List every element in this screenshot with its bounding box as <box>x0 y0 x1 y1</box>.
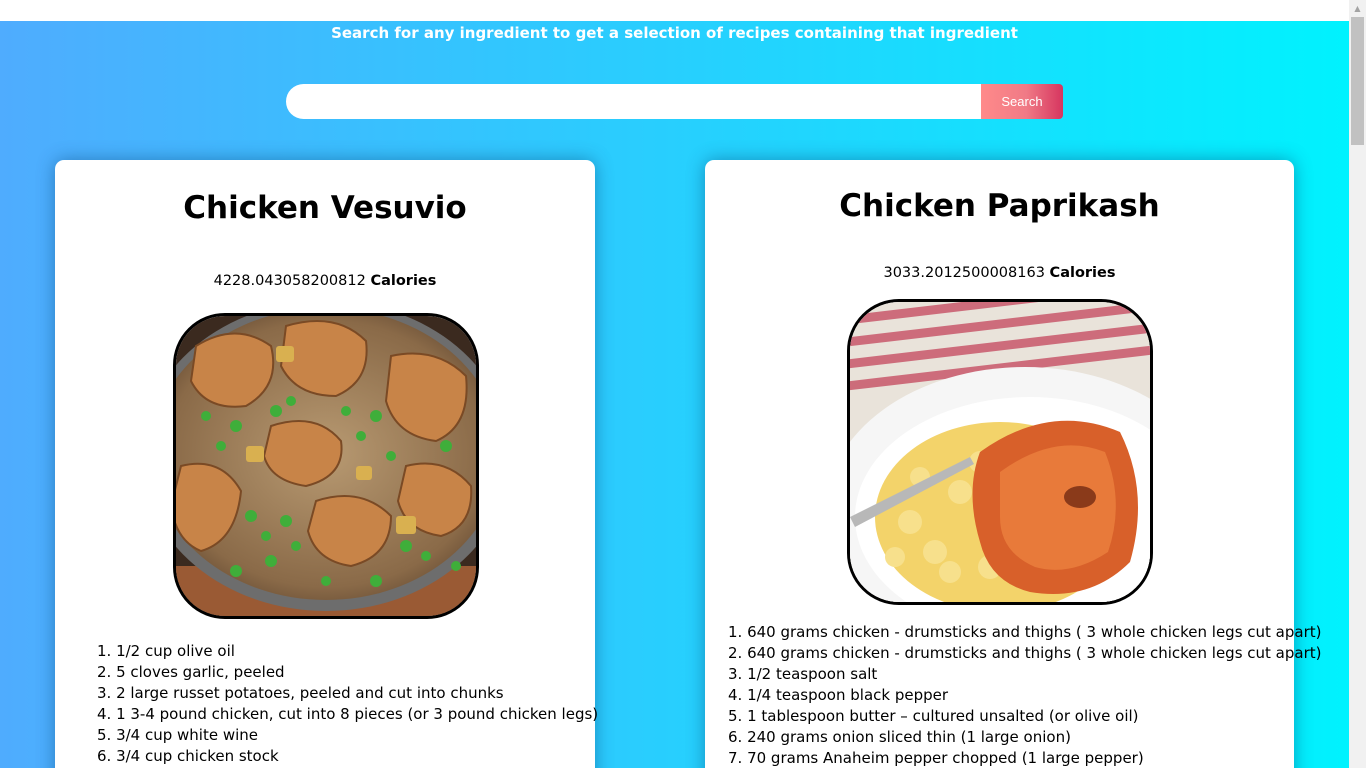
ingredient-item: 4. 1/4 teaspoon black pepper <box>728 686 949 704</box>
ingredient-item: 1. 640 grams chicken - drumsticks and th… <box>728 623 1322 641</box>
scrollbar-thumb[interactable] <box>1351 17 1364 145</box>
ingredient-item: 5. 1 tablespoon butter – cultured unsalt… <box>728 707 1139 725</box>
search-instructions: Search for any ingredient to get a selec… <box>331 24 1018 42</box>
ingredient-list: 1. 1/2 cup olive oil 2. 5 cloves garlic,… <box>97 641 598 767</box>
ingredient-item: 6. 3/4 cup chicken stock <box>97 747 279 765</box>
ingredient-item: 5. 3/4 cup white wine <box>97 726 259 744</box>
recipe-calories: 4228.043058200812 Calories <box>55 270 595 292</box>
scroll-up-arrow-icon[interactable]: ▲ <box>1349 0 1366 17</box>
page-scrollbar[interactable]: ▲ <box>1349 0 1366 768</box>
ingredient-search-input[interactable] <box>286 84 982 119</box>
ingredient-item: 6. 240 grams onion sliced thin (1 large … <box>728 728 1071 746</box>
ingredient-item: 2. 5 cloves garlic, peeled <box>97 663 285 681</box>
recipe-title: Chicken Vesuvio <box>183 190 467 226</box>
ingredient-item: 3. 1/2 teaspoon salt <box>728 665 878 683</box>
ingredient-item: 2. 640 grams chicken - drumsticks and th… <box>728 644 1322 662</box>
recipe-photo <box>847 299 1153 605</box>
calories-value: 3033.2012500008163 <box>883 265 1045 281</box>
ingredient-item: 7. 70 grams Anaheim pepper chopped (1 la… <box>728 749 1144 767</box>
search-button[interactable]: Search <box>981 84 1063 119</box>
ingredient-item: 1. 1/2 cup olive oil <box>97 642 235 660</box>
chicken-vesuvio-photo <box>176 316 476 616</box>
recipe-title: Chicken Paprikash <box>839 188 1160 224</box>
calories-value: 4228.043058200812 <box>213 273 366 289</box>
chicken-paprikash-photo <box>850 302 1150 602</box>
ingredient-list: 1. 640 grams chicken - drumsticks and th… <box>728 622 1321 768</box>
page-background: Search for any ingredient to get a selec… <box>0 21 1349 768</box>
calories-label: Calories <box>1049 265 1116 281</box>
browser-top-strip <box>0 0 1349 21</box>
recipe-calories: 3033.2012500008163 Calories <box>705 262 1294 284</box>
recipe-photo <box>173 313 479 619</box>
ingredient-item: 4. 1 3-4 pound chicken, cut into 8 piece… <box>97 705 599 723</box>
recipe-card: Chicken Paprikash 3033.2012500008163 Cal… <box>705 160 1321 768</box>
ingredient-item: 3. 2 large russet potatoes, peeled and c… <box>97 684 504 702</box>
recipe-card: Chicken Vesuvio 4228.043058200812 Calori… <box>55 160 598 768</box>
calories-label: Calories <box>370 273 437 289</box>
